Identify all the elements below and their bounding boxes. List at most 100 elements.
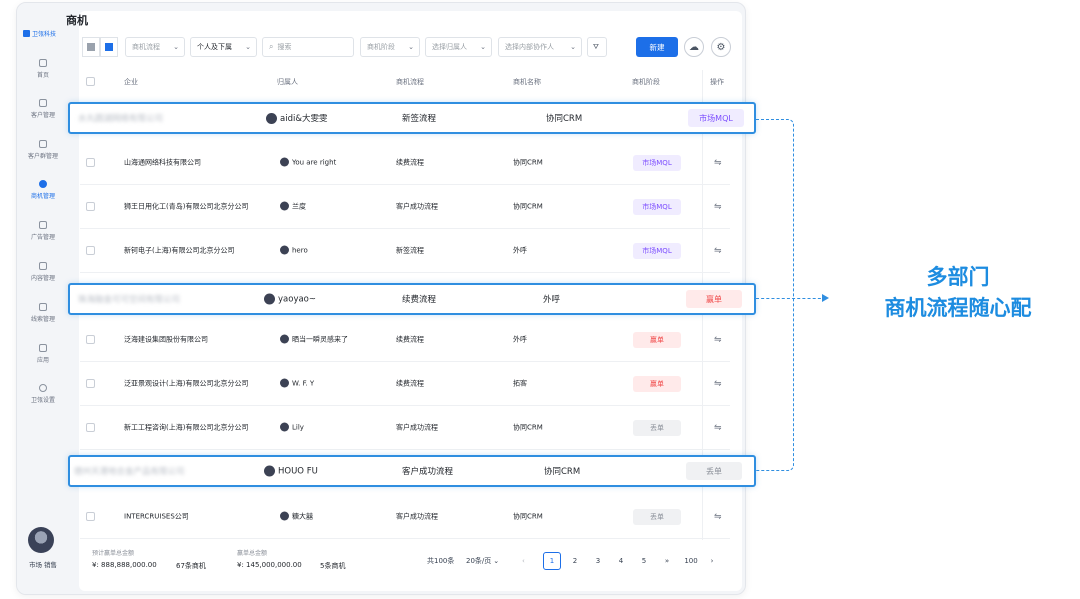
avatar[interactable] <box>28 527 54 553</box>
select-all-checkbox[interactable] <box>86 77 95 86</box>
home-icon <box>39 59 47 67</box>
lead-icon <box>39 303 47 311</box>
sidebar-item-opportunity[interactable]: 商机管理 <box>17 180 69 200</box>
chevron-left-icon: ‹ <box>522 557 525 565</box>
chevron-down-icon: ⌄ <box>570 43 576 51</box>
owner-avatar <box>280 245 289 255</box>
sidebar: 卫瓴科技 首页 客户管理 客户群管理 商机管理 广告管理 内容管理 线索管理 应… <box>17 3 69 594</box>
table-row[interactable]: 泛亚景观设计(上海)有限公司北京分公司 W. F. Y 续费流程 拓客 赢单 ⇋ <box>80 362 730 406</box>
owner-avatar <box>264 293 275 305</box>
stage-badge: 赢单 <box>633 375 681 392</box>
sidebar-item-ad[interactable]: 广告管理 <box>17 221 69 241</box>
sidebar-item-apps[interactable]: 应用 <box>17 344 69 364</box>
page-title: 商机 <box>66 14 88 27</box>
transfer-icon[interactable]: ⇋ <box>714 512 722 522</box>
stage-badge: 市场MQL <box>633 242 681 259</box>
process-filter[interactable]: 商机流程 ⌄ <box>125 37 185 57</box>
new-opportunity-button[interactable]: 新建 <box>636 37 678 57</box>
table-row[interactable]: 新工工程咨询(上海)有限公司北京分公司 Lily 客户成功流程 协同CRM 丢单… <box>80 406 730 450</box>
logo: 卫瓴科技 <box>23 29 56 38</box>
stage-badge: 市场MQL <box>688 109 744 127</box>
transfer-icon[interactable]: ⇋ <box>714 379 722 389</box>
page-size-select[interactable]: 20条/页 ⌄ <box>466 552 499 570</box>
stage-badge: 丢单 <box>633 419 681 436</box>
blurred-company: 德州天港地合金产品有限公司 <box>74 467 185 477</box>
logo-icon <box>23 30 30 37</box>
sidebar-item-group[interactable]: 客户群管理 <box>17 140 69 160</box>
sidebar-item-lead[interactable]: 线索管理 <box>17 303 69 323</box>
scope-filter[interactable]: 个人及下属 ⌄ <box>190 37 257 57</box>
jump-forward-button[interactable]: » <box>658 552 676 570</box>
stage-badge: 赢单 <box>686 290 742 308</box>
transfer-icon[interactable]: ⇋ <box>714 423 722 433</box>
row-checkbox[interactable] <box>86 379 95 388</box>
grid-icon <box>87 43 95 51</box>
opportunity-icon <box>39 180 47 188</box>
page-button[interactable]: 100 <box>681 552 701 570</box>
page-button[interactable]: 5 <box>635 552 653 570</box>
slogan: 多部门 商机流程随心配 <box>884 265 1032 320</box>
owner-filter[interactable]: 选择归属人 ⌄ <box>425 37 492 57</box>
cloud-upload-button[interactable]: ☁ <box>684 37 704 57</box>
page-button[interactable]: 1 <box>543 552 561 570</box>
stage-badge: 市场MQL <box>633 154 681 171</box>
highlighted-row[interactable]: 德州天港地合金产品有限公司 HOUO FU 客户成功流程 协同CRM 丢单 <box>68 455 756 487</box>
stage-badge: 丢单 <box>633 508 681 525</box>
sidebar-item-customer[interactable]: 客户管理 <box>17 99 69 119</box>
card-view-toggle[interactable] <box>82 37 100 57</box>
row-checkbox[interactable] <box>86 423 95 432</box>
table-row[interactable]: 泛海建设集团股份有限公司 晒当一瞬灵感来了 续费流程 外呼 赢单 ⇋ <box>80 318 730 362</box>
owner-avatar <box>264 465 275 477</box>
page-button[interactable]: 2 <box>566 552 584 570</box>
row-checkbox[interactable] <box>86 158 95 167</box>
transfer-icon[interactable]: ⇋ <box>714 158 722 168</box>
arrow-right-icon <box>822 294 829 302</box>
table-row[interactable]: 狮王日用化工(青岛)有限公司北京分公司 兰度 客户成功流程 协同CRM 市场MQ… <box>80 185 730 229</box>
table-row[interactable]: 山海通网络科技有限公司 You are right 续费流程 协同CRM 市场M… <box>80 141 730 185</box>
chevron-down-icon: ⌄ <box>493 557 500 565</box>
page-button[interactable]: 3 <box>589 552 607 570</box>
sidebar-item-settings[interactable]: 卫瓴设置 <box>17 384 69 404</box>
advanced-filter-button[interactable]: ⛛ <box>587 37 607 57</box>
total-count: 共100条 <box>427 557 455 565</box>
transfer-icon[interactable]: ⇋ <box>714 246 722 256</box>
list-view-toggle[interactable] <box>100 37 118 57</box>
filter-icon: ⛛ <box>593 42 599 51</box>
stage-filter[interactable]: 商机阶段 ⌄ <box>360 37 420 57</box>
highlighted-row[interactable]: 珠海融金可可空间有限公司 yaoyao~ 续费流程 外呼 赢单 <box>68 283 756 315</box>
owner-avatar <box>266 113 277 124</box>
stage-badge: 市场MQL <box>633 198 681 215</box>
next-page-button[interactable]: › <box>706 552 718 570</box>
row-checkbox[interactable] <box>86 335 95 344</box>
owner-avatar <box>280 201 289 211</box>
transfer-icon[interactable]: ⇋ <box>714 202 722 212</box>
row-checkbox[interactable] <box>86 202 95 211</box>
settings-button[interactable]: ⚙ <box>711 37 731 57</box>
apps-icon <box>39 344 47 352</box>
highlighted-row[interactable]: 水丸圆湖网络有限公司 aidi&大雯雯 新签流程 协同CRM 市场MQL <box>68 102 756 134</box>
row-checkbox[interactable] <box>86 512 95 521</box>
page-button[interactable]: 4 <box>612 552 630 570</box>
ad-icon <box>39 221 47 229</box>
group-icon <box>39 140 47 148</box>
owner-avatar <box>280 334 289 344</box>
transfer-icon[interactable]: ⇋ <box>714 335 722 345</box>
prev-page-button[interactable]: ‹ <box>522 552 525 570</box>
collaborator-filter[interactable]: 选择内部协作人 ⌄ <box>498 37 582 57</box>
sidebar-item-content[interactable]: 内容管理 <box>17 262 69 282</box>
stage-badge: 丢单 <box>686 462 742 480</box>
row-checkbox[interactable] <box>86 246 95 255</box>
cloud-upload-icon: ☁ <box>689 41 699 53</box>
customer-icon <box>39 99 47 107</box>
chevron-down-icon: ⌄ <box>245 43 251 51</box>
chevron-down-icon: ⌄ <box>173 43 179 51</box>
connector-bracket <box>756 119 794 471</box>
stage-badge: 赢单 <box>633 331 681 348</box>
sidebar-item-home[interactable]: 首页 <box>17 59 69 79</box>
user-role-label: 市场 销售 <box>28 561 58 569</box>
table-row[interactable]: 新钶电子(上海)有限公司北京分公司 hero 新签流程 外呼 市场MQL ⇋ <box>80 229 730 273</box>
settings-icon <box>39 384 47 392</box>
table-row[interactable]: INTERCRUISES公司 糖大囍 客户成功流程 协同CRM 丢单 ⇋ <box>80 495 730 539</box>
search-input[interactable]: ⌕ 搜索 <box>262 37 354 57</box>
content-icon <box>39 262 47 270</box>
